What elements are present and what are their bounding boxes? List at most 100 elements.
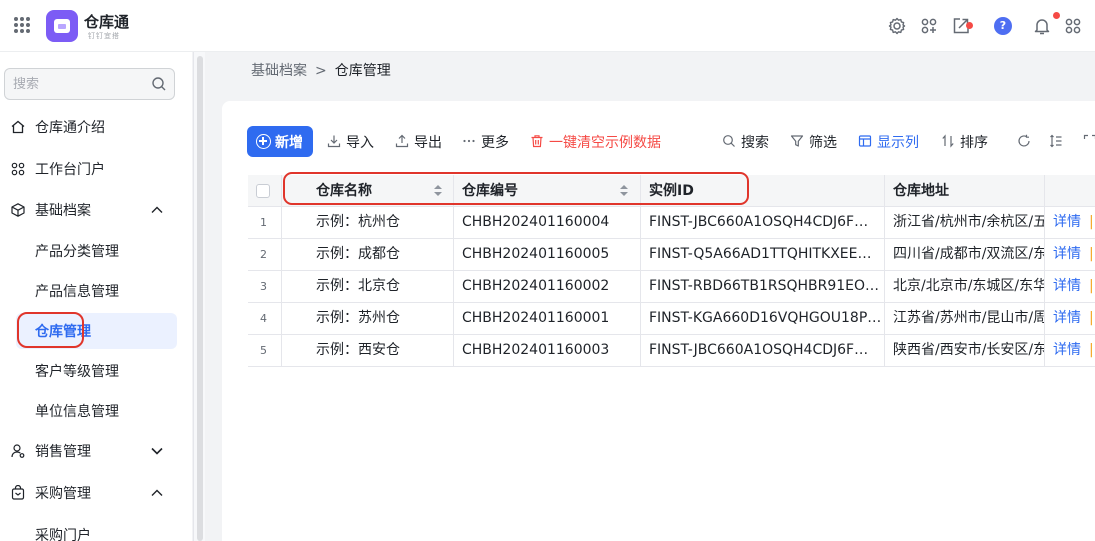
cell-warehouse-code: CHBH202401160005 [454, 239, 641, 270]
table-row[interactable]: 4 示例：苏州仓 CHBH202401160001 FINST-KGA660D1… [248, 303, 1095, 335]
add-button-label: 新增 [275, 135, 303, 151]
app-title: 仓库通 [84, 13, 130, 31]
sidebar-item-label: 客户等级管理 [35, 364, 119, 380]
sidebar-item-label: 产品分类管理 [35, 244, 119, 260]
cell-warehouse-name: 示例：苏州仓 [282, 303, 454, 334]
header-warehouse-address[interactable]: 仓库地址 [885, 175, 1045, 207]
sidebar-item-label: 仓库通介绍 [35, 120, 105, 136]
cell-warehouse-address: 江苏省/苏州市/昆山市/周 [885, 303, 1045, 334]
detail-link[interactable]: 详情 [1053, 303, 1081, 334]
sidebar-item-label: 仓库管理 [35, 324, 91, 340]
sidebar-item-purchase-portal[interactable]: 采购门户 [0, 517, 192, 541]
cell-warehouse-name: 示例：北京仓 [282, 271, 454, 302]
sidebar-item-unit-info[interactable]: 单位信息管理 [0, 393, 192, 429]
chevron-up-icon[interactable] [150, 486, 164, 500]
import-label: 导入 [346, 135, 374, 151]
more-action-link[interactable]: | [1089, 303, 1094, 334]
chevron-down-icon[interactable] [150, 444, 164, 458]
detail-link[interactable]: 详情 [1053, 239, 1081, 270]
cell-instance-id: FINST-JBC660A1OSQH4CDJ6F… [641, 335, 885, 366]
sidebar-item-product-info[interactable]: 产品信息管理 [0, 273, 192, 309]
table-search-label: 搜索 [741, 135, 769, 151]
sidebar-item-product-category[interactable]: 产品分类管理 [0, 233, 192, 269]
cell-actions: 详情 | [1045, 303, 1095, 334]
sidebar-item-label: 单位信息管理 [35, 404, 119, 420]
app-launcher-icon[interactable] [14, 17, 30, 33]
sidebar-item-basic-archives[interactable]: 基础档案 [0, 192, 192, 228]
sort-caret-icon[interactable] [434, 185, 442, 197]
column-header-label: 仓库编号 [462, 183, 518, 199]
search-icon [723, 135, 735, 147]
sidebar-scrollbar[interactable] [193, 52, 205, 541]
detail-link[interactable]: 详情 [1053, 271, 1081, 302]
scrollbar-thumb[interactable] [197, 56, 203, 541]
cell-warehouse-address: 北京/北京市/东城区/东华 [885, 271, 1045, 302]
sort-icon [942, 134, 954, 148]
sidebar-search-input[interactable] [13, 75, 143, 93]
more-apps-icon[interactable] [1063, 16, 1083, 36]
select-all-checkbox[interactable] [256, 184, 270, 198]
header-warehouse-code[interactable]: 仓库编号 [454, 175, 641, 207]
fullscreen-icon [1083, 134, 1095, 139]
bag-icon [11, 485, 25, 500]
sidebar-item-sales[interactable]: 销售管理 [0, 433, 192, 469]
header-instance-id[interactable]: 实例ID [641, 175, 885, 207]
sort-label: 排序 [960, 135, 988, 151]
detail-link[interactable]: 详情 [1053, 207, 1081, 238]
clear-sample-data-label: 一键清空示例数据 [549, 135, 661, 151]
apps-icon [11, 162, 25, 176]
sidebar-item-workbench[interactable]: 工作台门户 [0, 151, 192, 187]
cell-warehouse-code: CHBH202401160004 [454, 207, 641, 238]
settings-icon[interactable] [887, 16, 907, 36]
sidebar-item-label: 基础档案 [35, 203, 91, 219]
more-action-link[interactable]: | [1089, 239, 1094, 270]
table-row[interactable]: 3 示例：北京仓 CHBH202401160002 FINST-RBD66TB1… [248, 271, 1095, 303]
apps-add-icon[interactable] [919, 16, 939, 36]
display-columns-label: 显示列 [877, 135, 919, 151]
more-action-link[interactable]: | [1089, 271, 1094, 302]
bell-icon[interactable] [1032, 16, 1052, 36]
breadcrumb: 基础档案 > 仓库管理 [251, 60, 391, 80]
sort-caret-icon[interactable] [620, 185, 628, 197]
row-index: 3 [248, 271, 282, 302]
sidebar-item-label: 采购门户 [35, 528, 91, 541]
cell-warehouse-code: CHBH202401160002 [454, 271, 641, 302]
cell-warehouse-name: 示例：西安仓 [282, 335, 454, 366]
sidebar-item-purchase[interactable]: 采购管理 [0, 475, 192, 511]
table-row[interactable]: 1 示例：杭州仓 CHBH202401160004 FINST-JBC660A1… [248, 207, 1095, 239]
breadcrumb-separator-icon: > [315, 63, 327, 79]
cell-warehouse-address: 浙江省/杭州市/余杭区/五 [885, 207, 1045, 238]
table-header: 仓库名称 仓库编号 实例ID 仓库地址 [248, 175, 1095, 207]
home-icon [11, 120, 25, 134]
cell-actions: 详情 | [1045, 207, 1095, 238]
sidebar-search[interactable] [4, 68, 175, 100]
export-label: 导出 [414, 135, 442, 151]
sidebar-item-warehouse[interactable]: 仓库管理 [16, 313, 177, 349]
header-warehouse-name[interactable]: 仓库名称 [282, 175, 454, 207]
cell-instance-id: FINST-Q5A66AD1TTQHITKXEE… [641, 239, 885, 270]
detail-link[interactable]: 详情 [1053, 335, 1081, 366]
table-row[interactable]: 2 示例：成都仓 CHBH202401160005 FINST-Q5A66AD1… [248, 239, 1095, 271]
cell-actions: 详情 | [1045, 239, 1095, 270]
header-actions [1045, 175, 1095, 207]
cell-warehouse-name: 示例：成都仓 [282, 239, 454, 270]
share-badge-dot [966, 22, 973, 29]
cell-instance-id: FINST-JBC660A1OSQH4CDJ6F… [641, 207, 885, 238]
table-row[interactable]: 5 示例：西安仓 CHBH202401160003 FINST-JBC660A1… [248, 335, 1095, 367]
notification-badge-dot [1053, 12, 1060, 19]
filter-icon [790, 135, 804, 147]
sidebar-item-customer-level[interactable]: 客户等级管理 [0, 353, 192, 389]
help-icon[interactable]: ? [994, 17, 1012, 35]
add-button[interactable]: 新增 [247, 126, 313, 157]
more-action-link[interactable]: | [1089, 335, 1094, 366]
sidebar-item-label: 工作台门户 [35, 162, 105, 178]
search-icon[interactable] [151, 76, 167, 92]
user-icon [11, 444, 25, 458]
cube-icon [11, 203, 25, 217]
chevron-up-icon[interactable] [150, 203, 164, 217]
more-action-link[interactable]: | [1089, 207, 1094, 238]
breadcrumb-parent[interactable]: 基础档案 [251, 63, 307, 79]
sidebar-item-intro[interactable]: 仓库通介绍 [0, 109, 192, 145]
row-height-icon [1050, 134, 1062, 148]
top-header: 仓库通 钉钉宜搭 ? [0, 0, 1095, 52]
